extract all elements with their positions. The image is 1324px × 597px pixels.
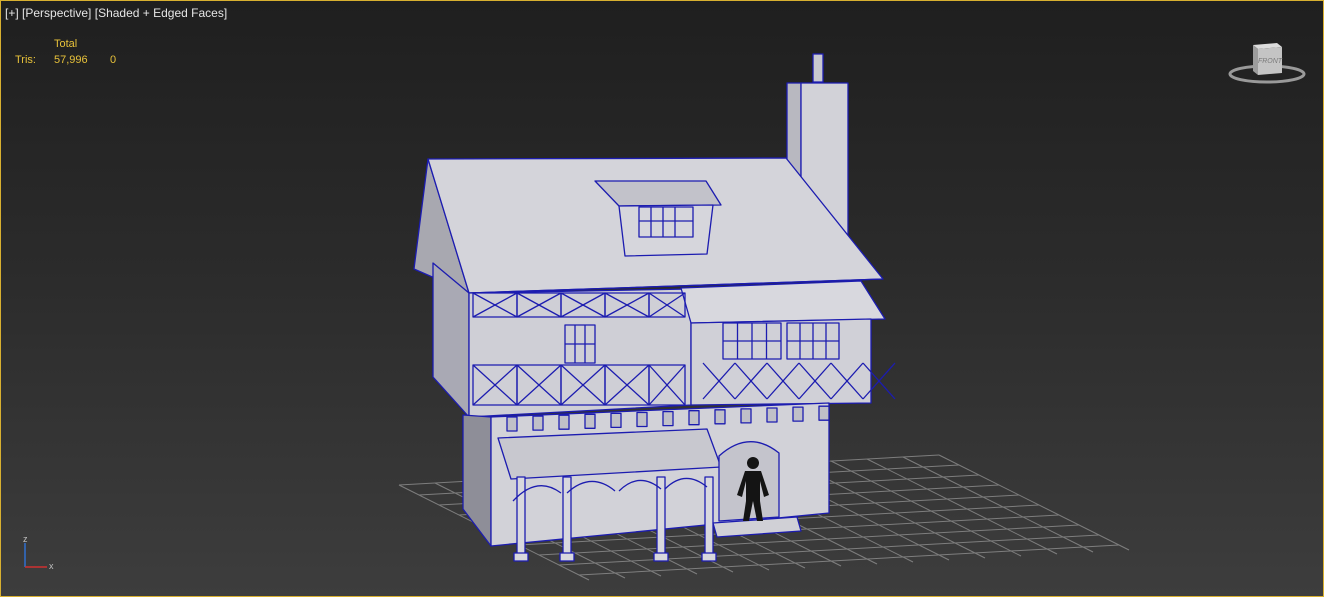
lower-left-side bbox=[462, 414, 492, 547]
joist-end bbox=[766, 407, 778, 423]
stats-total-header: Total bbox=[54, 38, 78, 50]
viewcube-front-label[interactable]: FRONT bbox=[1258, 58, 1283, 65]
grid-line bbox=[830, 460, 1022, 557]
upper-front bbox=[468, 288, 692, 418]
joist-end bbox=[688, 410, 700, 426]
stats-tris-label: Tris: bbox=[15, 54, 36, 66]
axis-tripod: z x bbox=[15, 533, 63, 575]
bay-roof bbox=[680, 280, 886, 324]
z-axis-label: z bbox=[23, 534, 28, 544]
house-model[interactable] bbox=[413, 53, 896, 562]
grid-line bbox=[902, 456, 1094, 553]
dormer-front bbox=[618, 204, 714, 257]
grid-line bbox=[938, 454, 1130, 551]
viewport-menu-plus[interactable]: [+] bbox=[5, 6, 19, 20]
joist-end bbox=[558, 414, 570, 430]
grid-line bbox=[866, 458, 1058, 555]
porch-post bbox=[562, 476, 572, 558]
joist-end bbox=[636, 411, 648, 428]
viewport-point-of-view-menu[interactable]: [Perspective] bbox=[22, 6, 91, 20]
scene-canvas[interactable] bbox=[1, 1, 1324, 597]
perspective-viewport[interactable]: [+] [Perspective] [Shaded + Edged Faces]… bbox=[0, 0, 1324, 597]
joist-end bbox=[714, 409, 726, 425]
joist-end bbox=[610, 412, 622, 429]
viewport-shading-menu[interactable]: [Shaded + Edged Faces] bbox=[95, 6, 227, 20]
joist-end bbox=[662, 410, 674, 427]
stats-tris-selected: 0 bbox=[110, 54, 117, 66]
porch-post-base bbox=[701, 552, 717, 562]
porch-post-base bbox=[559, 552, 575, 562]
joist-end bbox=[506, 416, 518, 432]
chimney-pipe bbox=[812, 53, 824, 83]
joist-end bbox=[792, 406, 804, 422]
porch-post-base bbox=[513, 552, 529, 562]
viewport-label: [+] [Perspective] [Shaded + Edged Faces] bbox=[5, 6, 227, 20]
porch-post-base bbox=[653, 552, 669, 562]
viewcube-icon[interactable]: FRONT bbox=[1227, 39, 1307, 87]
joist-end bbox=[532, 415, 544, 431]
stats-tris-total: 57,996 bbox=[54, 54, 88, 66]
joist-end bbox=[740, 408, 752, 424]
joist-end bbox=[584, 413, 596, 429]
joist-end bbox=[818, 405, 830, 421]
porch-post bbox=[516, 476, 526, 558]
x-axis-label: x bbox=[49, 561, 54, 571]
porch-post bbox=[704, 476, 714, 558]
